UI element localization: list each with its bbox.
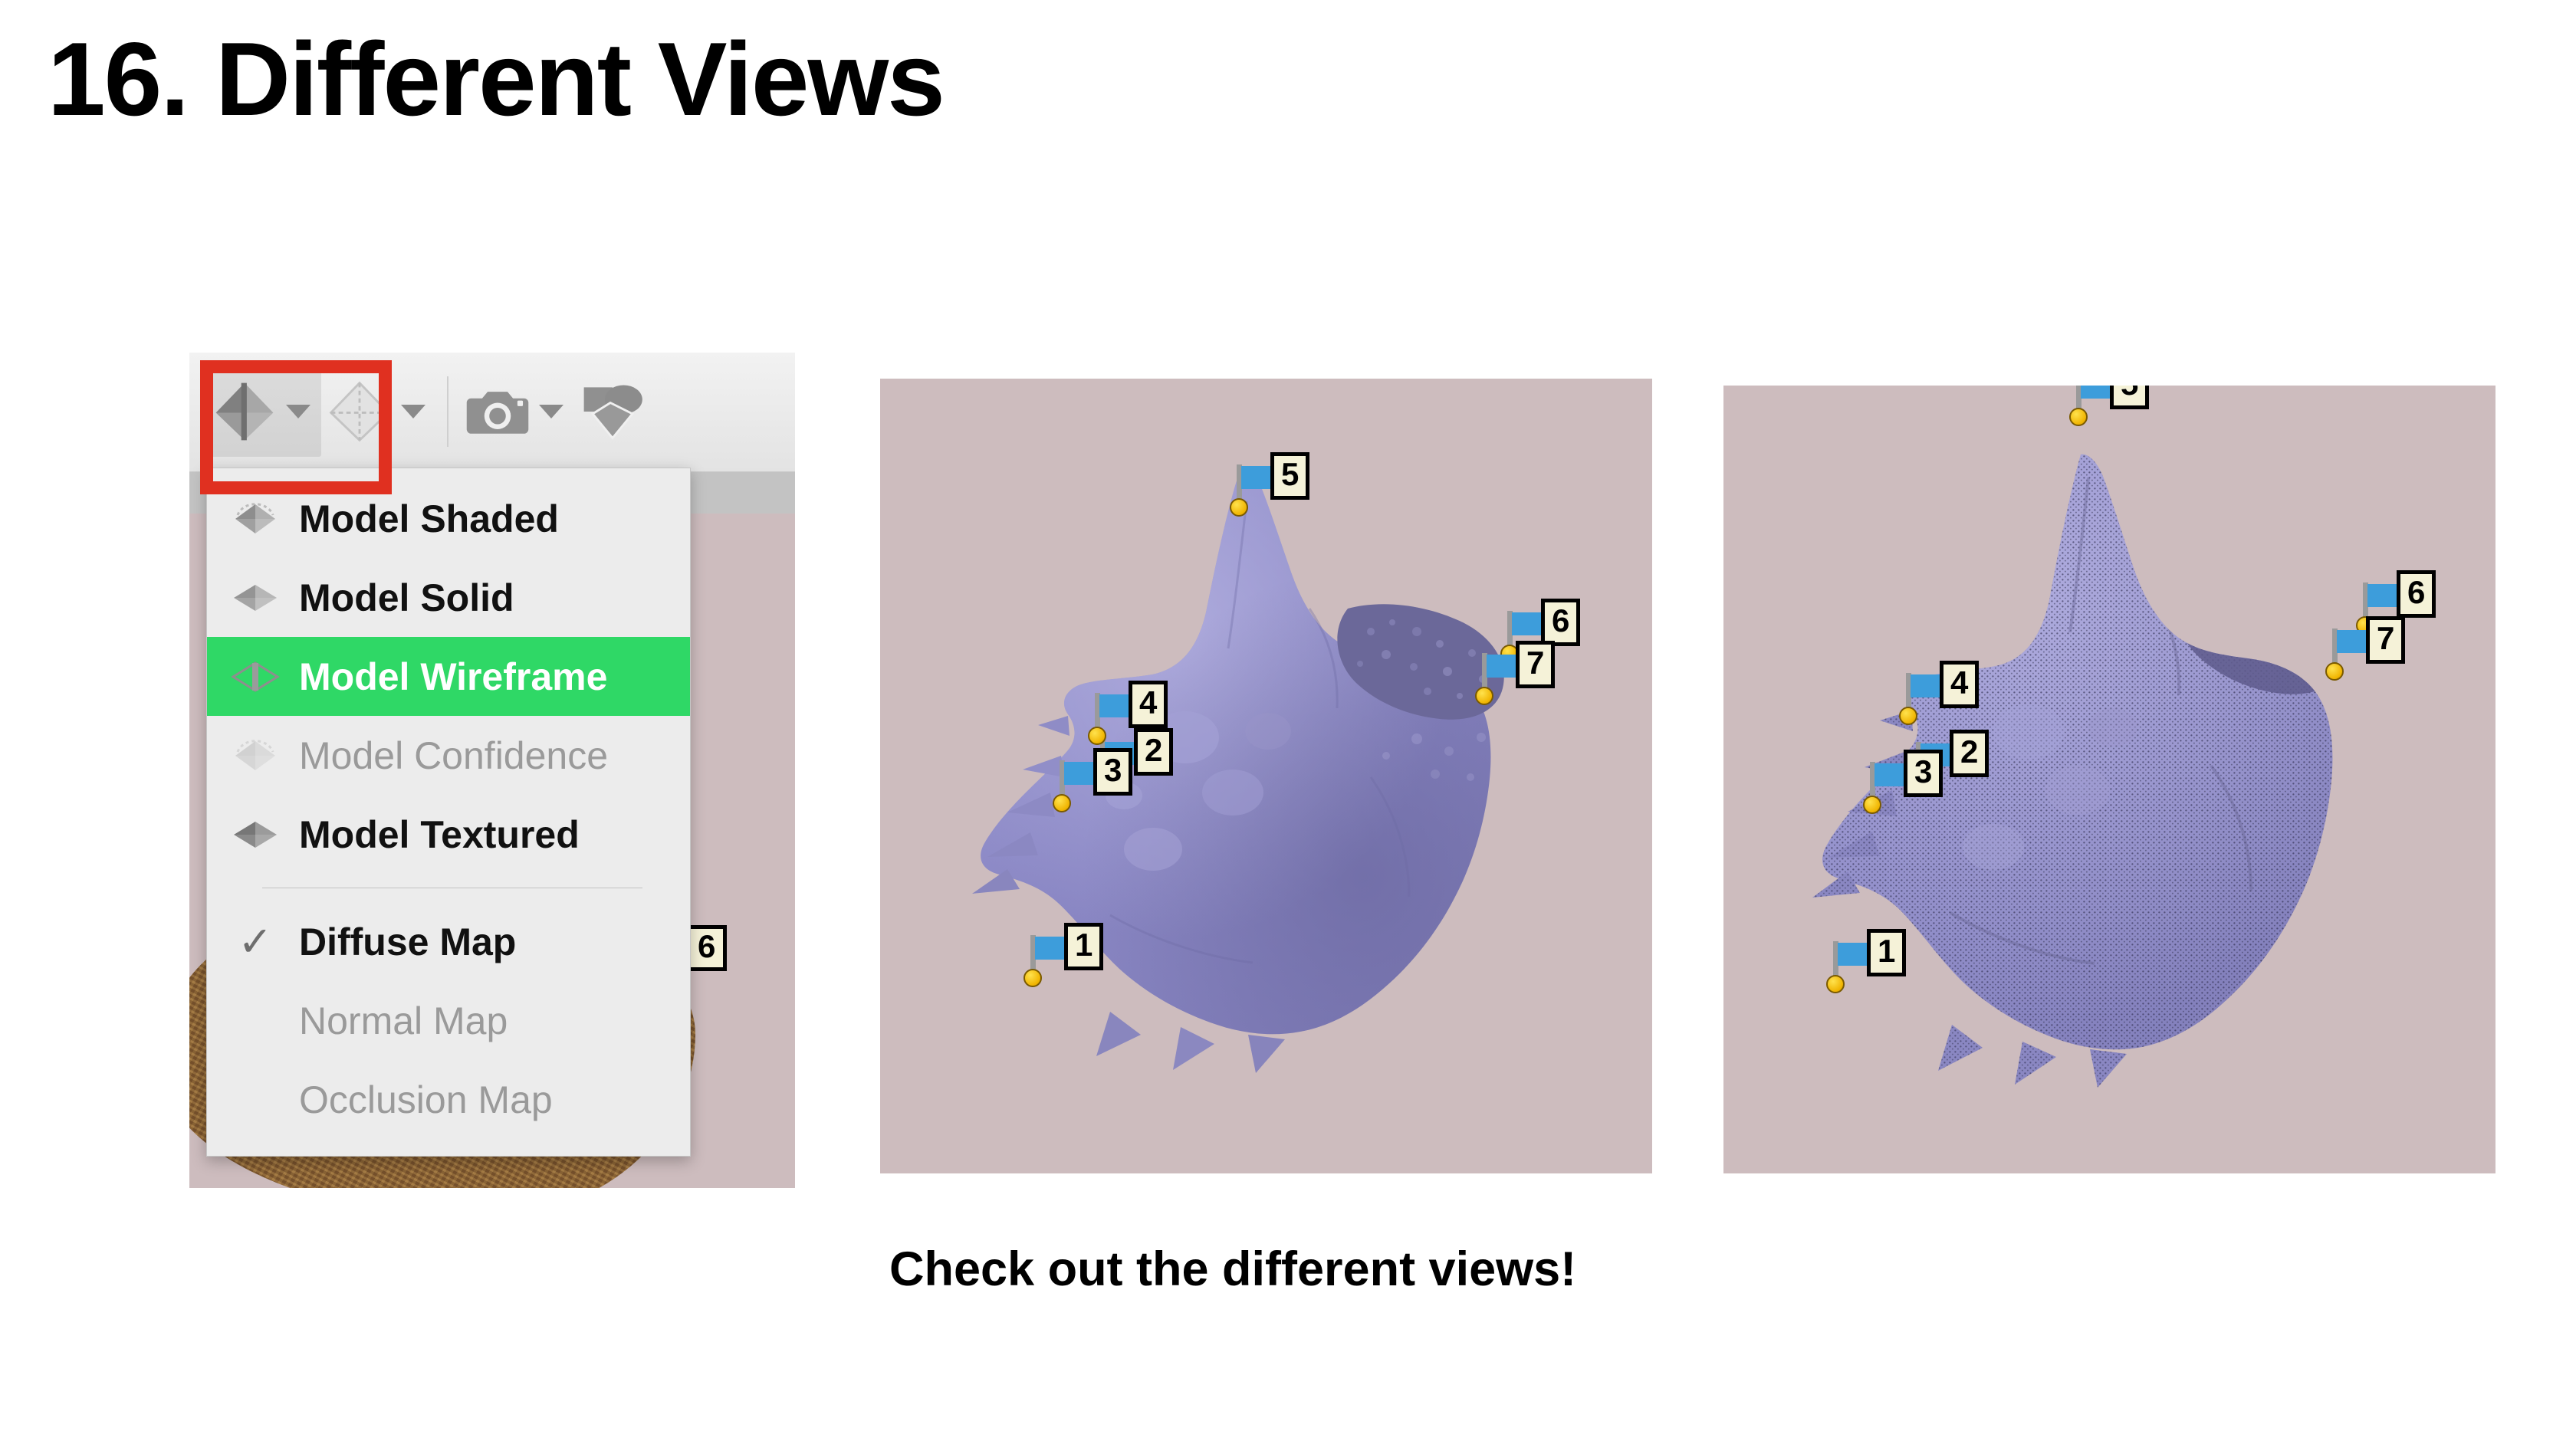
marker-anchor-dot <box>1863 796 1881 814</box>
shapes-icon <box>583 385 642 440</box>
textured-octahedron-icon <box>234 821 277 848</box>
model-wireframe-mesh <box>1723 386 2496 1173</box>
model-solid-viewport[interactable]: 1234567 <box>880 379 1652 1173</box>
bone-model-wireframe-svg <box>1812 454 2333 1088</box>
menu-item-model-wireframe[interactable]: Model Wireframe <box>207 637 690 716</box>
marker-flag-icon <box>2081 386 2124 399</box>
marker-label: 7 <box>1516 641 1556 688</box>
marker-anchor-dot <box>1475 687 1493 705</box>
shapes-button[interactable] <box>574 366 651 457</box>
peek-marker-6: 6 <box>686 925 728 971</box>
marker-anchor-dot <box>1053 794 1071 812</box>
slide-caption: Check out the different views! <box>889 1242 1577 1296</box>
marker-label: 5 <box>2110 386 2150 409</box>
marker-label: 4 <box>1940 661 1980 708</box>
marker-label: 6 <box>2397 570 2436 618</box>
shaded-octahedron-icon <box>235 739 275 770</box>
menu-item-model-textured[interactable]: Model Textured <box>207 795 690 874</box>
marker-anchor-dot <box>2325 662 2344 681</box>
menu-item-model-confidence[interactable]: Model Confidence <box>207 716 690 795</box>
marker-anchor-dot <box>1230 498 1248 517</box>
page-title: 16. Different Views <box>48 21 945 137</box>
model-wireframe-viewport[interactable]: 1234567 <box>1723 386 2496 1173</box>
menu-item-label: Normal Map <box>299 999 508 1042</box>
chevron-down-icon[interactable] <box>401 405 426 418</box>
marker-label: 6 <box>1541 599 1581 646</box>
marker-flag-icon <box>1512 612 1555 635</box>
toolbar-separator <box>447 376 449 447</box>
marker-anchor-dot <box>2069 408 2088 426</box>
menu-item-label: Model Shaded <box>299 497 559 540</box>
marker-flag-icon <box>1838 943 1881 966</box>
solid-octahedron-icon <box>234 584 277 611</box>
marker-flag-icon <box>1035 937 1078 960</box>
wireframe-octahedron-icon <box>231 661 280 692</box>
shaded-octahedron-icon <box>235 502 275 533</box>
marker-label: 2 <box>1134 728 1174 776</box>
menu-item-occlusion-map[interactable]: Occlusion Map <box>207 1060 690 1139</box>
marker-label: 4 <box>1129 681 1168 728</box>
chevron-down-icon[interactable] <box>539 405 564 418</box>
menu-item-normal-map[interactable]: Normal Map <box>207 981 690 1060</box>
marker-anchor-dot <box>1024 969 1042 987</box>
marker-anchor-dot <box>1899 707 1917 725</box>
marker-label: 1 <box>1064 923 1104 970</box>
marker-flag-icon <box>1487 655 1530 678</box>
menu-item-model-solid[interactable]: Model Solid <box>207 558 690 637</box>
marker-label: 5 <box>1270 452 1310 500</box>
app-toolbar <box>189 353 795 494</box>
marker-flag-icon <box>1099 694 1142 717</box>
view-mode-dropdown-menu[interactable]: Model Shaded Model Solid Model Wireframe <box>206 468 691 1157</box>
menu-item-diffuse-map[interactable]: ✓ Diffuse Map <box>207 902 690 981</box>
marker-label: 3 <box>1093 748 1133 796</box>
marker-label: 3 <box>1904 750 1944 797</box>
snapshot-button[interactable] <box>459 366 574 457</box>
annotation-highlight-box <box>200 360 392 494</box>
marker-anchor-dot <box>1826 975 1845 993</box>
marker-flag-icon <box>1064 762 1107 785</box>
menu-item-label: Model Solid <box>299 576 514 619</box>
bone-model-solid-svg <box>972 471 1504 1073</box>
menu-item-label: Occlusion Map <box>299 1078 553 1121</box>
marker-flag-icon <box>2337 630 2380 653</box>
marker-label: 1 <box>1867 929 1907 976</box>
marker-flag-icon <box>1911 674 1953 697</box>
menu-item-label: Diffuse Map <box>299 920 517 963</box>
menu-item-label: Model Wireframe <box>299 655 608 698</box>
checkmark-icon: ✓ <box>238 918 273 965</box>
marker-anchor-dot <box>1088 727 1106 745</box>
model-solid-mesh <box>880 379 1652 1173</box>
menu-item-label: Model Textured <box>299 812 580 856</box>
marker-flag-icon <box>1875 763 1917 786</box>
camera-icon <box>466 392 529 434</box>
marker-flag-icon <box>2367 584 2410 607</box>
marker-label: 7 <box>2366 616 2406 664</box>
toolbar-screenshot: 6 Model Shaded Model Solid Model Wirefra… <box>189 353 795 1188</box>
marker-flag-icon <box>1241 466 1284 489</box>
menu-item-label: Model Confidence <box>299 733 609 777</box>
marker-label: 2 <box>1950 730 1990 777</box>
